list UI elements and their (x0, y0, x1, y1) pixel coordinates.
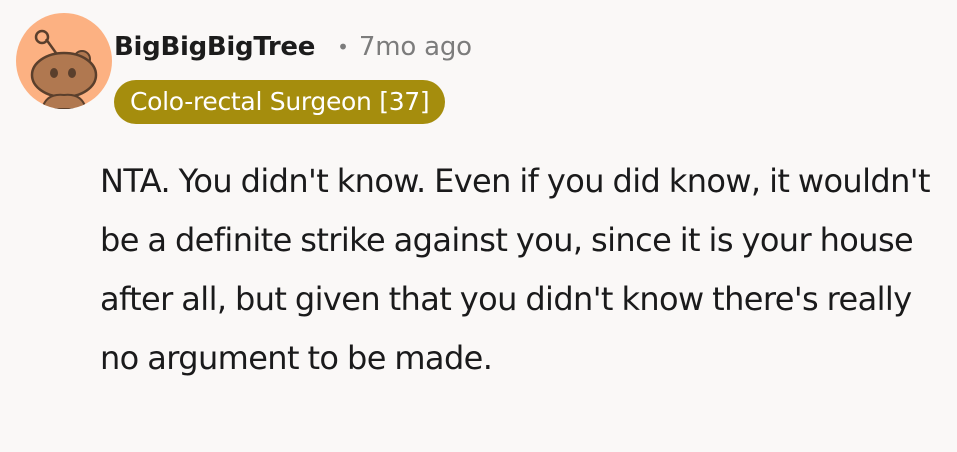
user-flair-badge: Colo-rectal Surgeon [37] (114, 80, 446, 124)
username-link[interactable]: BigBigBigTree (114, 32, 315, 62)
comment-meta: BigBigBigTree • 7mo ago (114, 26, 472, 68)
comment-body: NTA. You didn't know. Even if you did kn… (100, 162, 931, 377)
comment-timestamp[interactable]: 7mo ago (359, 32, 472, 62)
snoo-avatar-icon (30, 29, 98, 109)
user-avatar[interactable] (16, 13, 112, 109)
separator-dot: • (337, 35, 349, 59)
